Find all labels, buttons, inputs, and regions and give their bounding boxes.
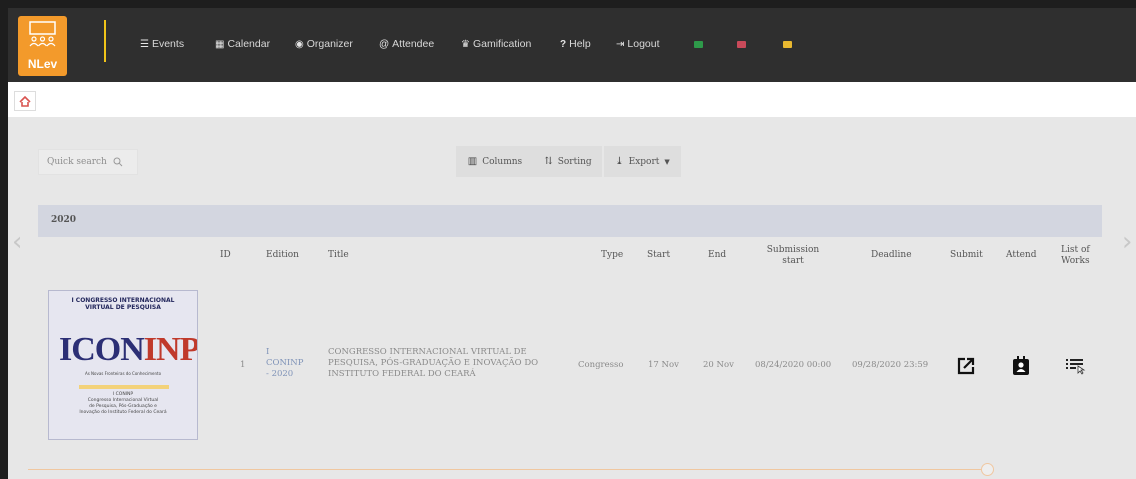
poster-desc-line4: Inovação do Instituto Federal do Ceará [79,410,167,415]
nav-help-label: Help [569,38,591,50]
cell-deadline: 09/28/2020 23:59 [852,360,929,370]
poster-logo-b: INP [143,331,198,368]
external-link-icon [957,357,975,375]
nav-attendee[interactable]: @ Attendee [379,38,434,50]
export-button[interactable]: ⤓ Export ▼ [604,146,681,177]
header-type[interactable]: Type [601,250,623,261]
question-icon: ? [560,38,567,50]
cell-submission-start: 08/24/2020 00:00 [755,360,832,370]
nav-logout-label: Logout [627,38,660,50]
nav-gamification-label: Gamification [472,38,532,50]
sorting-button[interactable]: ⇅ Sorting [534,146,602,177]
list-icon: ☰ [140,38,149,50]
header-title[interactable]: Title [328,250,349,261]
cell-type: Congresso [578,360,624,370]
cell-edition-line1: I [266,347,270,357]
cell-start: 17 Nov [648,360,679,370]
header-end[interactable]: End [708,250,726,261]
header-edition[interactable]: Edition [266,250,299,261]
quick-search-placeholder: Quick search [47,157,107,167]
brazil-flag[interactable] [694,41,703,48]
header-start[interactable]: Start [647,250,670,261]
poster-header: I CONGRESSO INTERNACIONAL VIRTUAL DE PES… [49,297,197,311]
spain-flag[interactable] [783,41,792,48]
nav-gamification[interactable]: ♛ Gamification [461,38,531,50]
columns-icon: ▥ [467,156,478,167]
nav-organizer[interactable]: ◉ Organizer [295,38,353,50]
home-icon [19,95,31,107]
sorting-label: Sorting [557,156,592,167]
poster-logo-a: ICON [59,331,145,368]
usa-flag[interactable] [737,41,746,48]
cell-end: 20 Nov [703,360,734,370]
list-icon [1066,359,1086,375]
top-navbar: NLev ☰ Events ▦ Calendar ◉ Organizer @ A… [8,8,1136,82]
download-icon: ⤓ [615,156,624,167]
home-button[interactable] [14,91,36,111]
trophy-icon: ♛ [461,38,470,50]
attend-button[interactable] [1009,354,1033,378]
header-submission-start-line1: Submission [766,245,820,255]
cell-title-line1: CONGRESSO INTERNACIONAL VIRTUAL DE [328,347,527,357]
nav-logout[interactable]: ⇥ Logout [616,38,660,50]
event-poster[interactable]: I CONGRESSO INTERNACIONAL VIRTUAL DE PES… [48,290,198,440]
header-deadline[interactable]: Deadline [871,250,912,261]
nav-help[interactable]: ? Help [560,38,591,50]
scroll-right-arrow[interactable]: › [1122,227,1132,257]
nav-attendee-label: Attendee [392,38,435,50]
poster-band [79,385,169,389]
header-submission-start[interactable]: Submission start [764,245,822,267]
export-label: Export [628,156,660,167]
cell-edition-line2: CONINP [266,358,304,368]
poster-description: I CONINP Congresso Internacional Virtual… [49,392,197,416]
poster-head-line1: I CONGRESSO INTERNACIONAL [71,297,175,304]
nav-events-label: Events [151,38,185,50]
poster-logo: ICONINP [59,331,198,369]
cell-title-line3: INSTITUTO FEDERAL DO CEARÁ [328,369,476,379]
group-header-2020[interactable]: 2020 [38,205,1102,237]
header-id[interactable]: ID [220,250,231,261]
poster-head-line2: VIRTUAL DE PESQUISA [85,304,161,311]
cell-id: 1 [240,360,246,370]
nav-calendar-label: Calendar [227,38,271,50]
header-list-of-works[interactable]: List of Works [1061,245,1090,267]
header-list-line1: List of [1061,245,1090,255]
sort-icon: ⇅ [544,156,553,167]
nav-divider [104,20,106,62]
presentation-icon [29,21,56,47]
quick-search-input[interactable]: Quick search [38,149,138,175]
main-content: Quick search ▥ Columns ⇅ Sorting ⤓ Expor… [8,82,1136,479]
cell-title: CONGRESSO INTERNACIONAL VIRTUAL DE PESQU… [328,347,538,380]
logo-text: NLev [27,57,58,71]
scroll-left-arrow[interactable]: ‹ [12,227,22,257]
cell-edition-line3: - 2020 [266,369,294,379]
cursor-icon [1077,365,1086,375]
nlev-logo[interactable]: NLev [18,16,67,76]
nav-organizer-label: Organizer [306,38,353,50]
user-circle-icon: ◉ [295,38,304,50]
contact-badge-icon [1013,356,1029,375]
breadcrumb-bar [8,82,1136,117]
nav-events[interactable]: ☰ Events [140,38,184,50]
calendar-icon: ▦ [215,38,225,50]
cell-edition[interactable]: I CONINP - 2020 [266,347,303,380]
horizontal-scrollbar-handle[interactable] [981,463,994,476]
horizontal-scrollbar-track[interactable] [28,469,986,470]
header-submit[interactable]: Submit [950,250,983,261]
submit-button[interactable] [954,354,978,378]
at-icon: @ [379,38,390,50]
search-icon [113,157,123,167]
header-submission-start-line2: start [782,256,804,266]
columns-button[interactable]: ▥ Columns [456,146,534,177]
header-list-line2: Works [1061,256,1090,266]
poster-subtitle: As Novas Fronteiras do Conhecimento [84,371,162,376]
columns-label: Columns [482,156,523,167]
nav-calendar[interactable]: ▦ Calendar [215,38,270,50]
header-attend[interactable]: Attend [1006,250,1036,261]
group-label: 2020 [51,215,77,225]
caret-down-icon: ▼ [664,157,670,166]
list-of-works-button[interactable] [1063,354,1087,378]
cell-title-line2: PESQUISA, PÓS-GRADUAÇÃO E INOVAÇÃO DO [328,358,539,368]
logout-icon: ⇥ [616,38,625,50]
